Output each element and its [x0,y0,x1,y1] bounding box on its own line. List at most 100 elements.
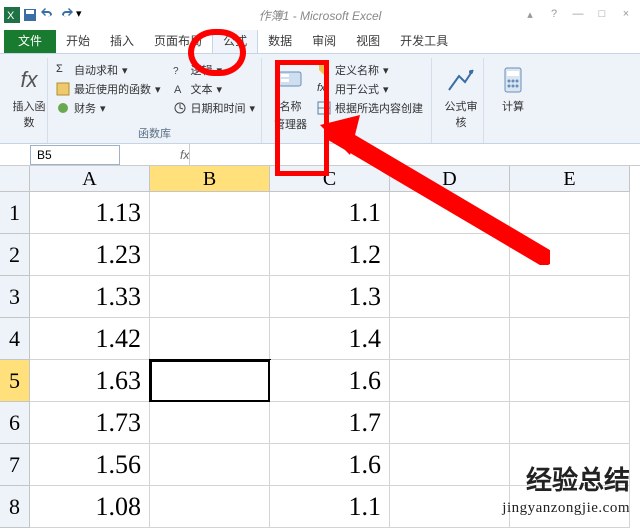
cell-A1[interactable]: 1.13 [30,192,150,234]
cell-A6[interactable]: 1.73 [30,402,150,444]
maximize-button[interactable]: □ [594,8,610,22]
col-header-A[interactable]: A [30,166,150,192]
col-header-B[interactable]: B [150,166,270,192]
row-header[interactable]: 6 [0,402,30,444]
cell-B8[interactable] [150,486,270,528]
formula-bar[interactable] [189,144,640,165]
cell-A2[interactable]: 1.23 [30,234,150,276]
cell-C6[interactable]: 1.7 [270,402,390,444]
cell-B2[interactable] [150,234,270,276]
row-header[interactable]: 2 [0,234,30,276]
insert-function-button[interactable]: fx 插入函数 [8,60,50,130]
cell-B7[interactable] [150,444,270,486]
text-button[interactable]: A文本▾ [173,81,256,97]
ribbon-minimize-icon[interactable]: ▴ [522,8,538,22]
qat-dropdown-icon[interactable]: ▾ [76,7,92,23]
minimize-button[interactable]: — [570,8,586,22]
tab-formulas[interactable]: 公式 [212,27,258,53]
svg-text:A: A [174,84,182,96]
cell-C5[interactable]: 1.6 [270,360,390,402]
row-header[interactable]: 7 [0,444,30,486]
formula-audit-label: 公式审核 [440,98,482,130]
row-header[interactable]: 3 [0,276,30,318]
calculation-label: 计算 [502,98,524,114]
row-header[interactable]: 1 [0,192,30,234]
create-from-selection-button[interactable]: 根据所选内容创建 [317,100,423,116]
cell-D6[interactable] [390,402,510,444]
cell-E6[interactable] [510,402,630,444]
tab-review[interactable]: 审阅 [302,28,346,53]
fx-label-icon[interactable]: fx [180,148,189,162]
cell-B1[interactable] [150,192,270,234]
tab-pagelayout[interactable]: 页面布局 [144,28,212,53]
cell-B6[interactable] [150,402,270,444]
cell-E7[interactable] [510,444,630,486]
calculation-button[interactable]: 计算 [492,60,534,114]
recent-icon [56,82,70,96]
redo-icon[interactable] [58,7,74,23]
grid-row: 31.33 1.3 [0,276,640,318]
use-in-formula-button[interactable]: fx用于公式▾ [317,81,423,97]
cell-A7[interactable]: 1.56 [30,444,150,486]
cell-E4[interactable] [510,318,630,360]
dropdown-icon: ▾ [100,102,106,115]
grid-row: 61.73 1.7 [0,402,640,444]
help-icon[interactable]: ? [546,8,562,22]
tab-home[interactable]: 开始 [56,28,100,53]
financial-button[interactable]: 财务 ▾ [56,100,161,116]
name-manager-button[interactable]: 名称 管理器 [270,60,311,132]
row-header[interactable]: 8 [0,486,30,528]
cell-E8[interactable] [510,486,630,528]
column-headers: A B C D E [30,166,640,192]
tab-insert[interactable]: 插入 [100,28,144,53]
row-header[interactable]: 4 [0,318,30,360]
col-header-E[interactable]: E [510,166,630,192]
recent-functions-button[interactable]: 最近使用的函数▾ [56,81,161,97]
close-button[interactable]: × [618,8,634,22]
grid-row: 21.23 1.2 [0,234,640,276]
autosum-button[interactable]: Σ自动求和▾ [56,62,161,78]
create-from-selection-label: 根据所选内容创建 [335,100,423,116]
cell-D4[interactable] [390,318,510,360]
cell-E2[interactable] [510,234,630,276]
name-box[interactable]: B5 [30,145,120,165]
row-header[interactable]: 5 [0,360,30,402]
cell-E1[interactable] [510,192,630,234]
cell-A3[interactable]: 1.33 [30,276,150,318]
cell-B5[interactable] [150,360,270,402]
save-icon[interactable] [22,7,38,23]
cell-C1[interactable]: 1.1 [270,192,390,234]
tab-developer[interactable]: 开发工具 [390,28,458,53]
cell-E3[interactable] [510,276,630,318]
cell-D5[interactable] [390,360,510,402]
undo-icon[interactable] [40,7,56,23]
cell-C3[interactable]: 1.3 [270,276,390,318]
col-header-C[interactable]: C [270,166,390,192]
cell-B4[interactable] [150,318,270,360]
logical-button[interactable]: ?逻辑▾ [173,62,256,78]
cell-D7[interactable] [390,444,510,486]
cell-C8[interactable]: 1.1 [270,486,390,528]
cell-E5[interactable] [510,360,630,402]
cell-A5[interactable]: 1.63 [30,360,150,402]
define-name-button[interactable]: 定义名称▾ [317,62,423,78]
select-all-corner[interactable] [0,166,30,192]
datetime-button[interactable]: 日期和时间▾ [173,100,256,116]
cell-B3[interactable] [150,276,270,318]
ribbon: fx 插入函数 Σ自动求和▾ 最近使用的函数▾ 财务 ▾ ?逻辑▾ A文本▾ 日期… [0,54,640,144]
cell-D3[interactable] [390,276,510,318]
cell-C4[interactable]: 1.4 [270,318,390,360]
cell-A8[interactable]: 1.08 [30,486,150,528]
tab-file[interactable]: 文件 [4,28,56,53]
cell-D1[interactable] [390,192,510,234]
tab-view[interactable]: 视图 [346,28,390,53]
col-header-D[interactable]: D [390,166,510,192]
tab-data[interactable]: 数据 [258,28,302,53]
financial-label: 财务 [74,100,96,116]
formula-audit-button[interactable]: 公式审核 [440,60,482,130]
cell-A4[interactable]: 1.42 [30,318,150,360]
cell-C7[interactable]: 1.6 [270,444,390,486]
cell-D2[interactable] [390,234,510,276]
cell-C2[interactable]: 1.2 [270,234,390,276]
cell-D8[interactable] [390,486,510,528]
